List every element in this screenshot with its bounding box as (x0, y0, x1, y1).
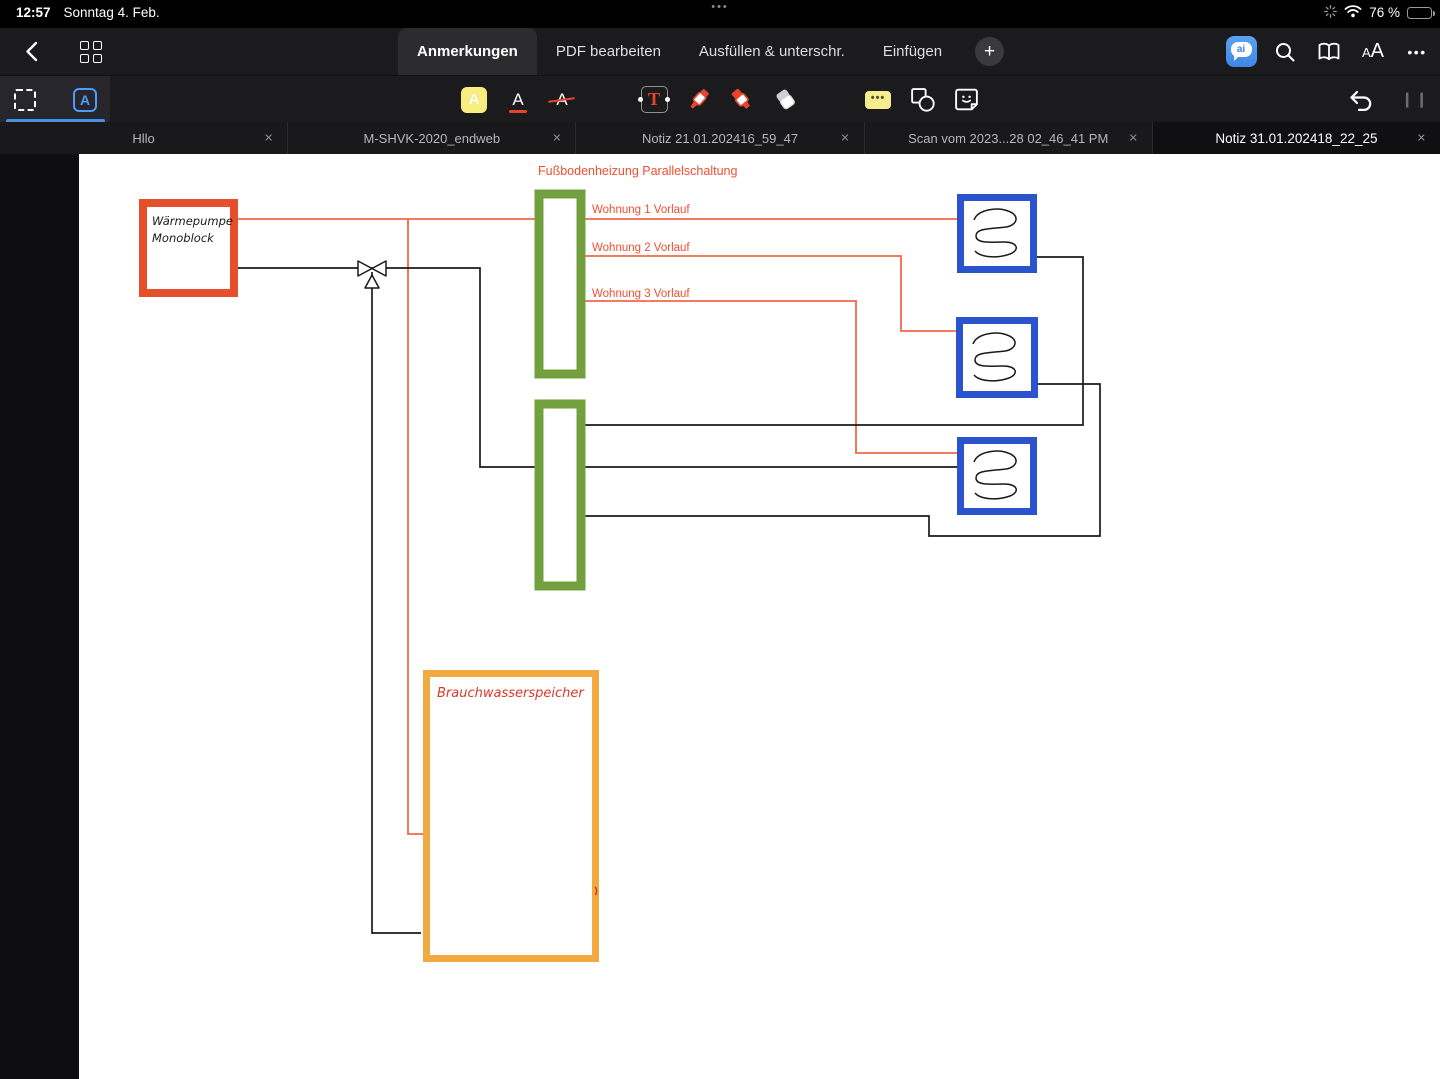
main-toolbar: Anmerkungen PDF bearbeiten Ausfüllen & u… (0, 28, 1440, 75)
search-button[interactable] (1268, 35, 1302, 69)
hot-water-tank-box[interactable]: Brauchwasserspeicher (423, 670, 599, 962)
floor-heating-coil-3[interactable] (957, 437, 1037, 515)
strikethrough-icon: A (556, 89, 568, 109)
doc-tab-notiz-31-01-active[interactable]: Notiz 31.01.202418_22_25 ✕ (1152, 122, 1440, 154)
highlight-tool[interactable]: A (459, 85, 489, 115)
undo-icon (1350, 90, 1372, 111)
book-icon (1318, 42, 1340, 60)
comment-tool[interactable]: ••• (863, 85, 893, 115)
highlighter-icon (731, 88, 750, 109)
add-mode-button[interactable]: + (975, 37, 1005, 66)
search-icon (1276, 42, 1295, 61)
clock: 12:57 (16, 5, 51, 20)
pdf-page[interactable] (79, 154, 1440, 1079)
sticker-tool[interactable] (951, 85, 981, 115)
sync-icon (1324, 4, 1338, 21)
status-bar: 12:57 Sonntag 4. Feb. ••• 76 % (0, 0, 1440, 28)
back-button[interactable] (14, 35, 48, 69)
grid-icon (80, 40, 102, 63)
comment-icon: ••• (865, 90, 891, 109)
manifold-supply[interactable] (534, 189, 586, 379)
strikethrough-tool[interactable]: A (547, 85, 577, 115)
date: Sonntag 4. Feb. (63, 5, 160, 20)
marquee-select-tool[interactable] (10, 85, 40, 115)
text-tool-icon: T (638, 86, 670, 113)
undo-button[interactable] (1346, 85, 1376, 115)
eraser-tool[interactable] (771, 85, 801, 115)
text-annotation-tool-selected[interactable]: A (70, 85, 100, 115)
highlighter-pen-tool[interactable] (727, 85, 757, 115)
diagram-title[interactable]: Fußbodenheizung Parallelschaltung (538, 164, 737, 178)
underline-tool[interactable]: A (503, 85, 533, 115)
annotation-toolbar: A A A A T ••• ❙❙ (0, 75, 1440, 123)
highlight-icon: A (461, 86, 487, 113)
tab-pdf-bearbeiten[interactable]: PDF bearbeiten (537, 28, 680, 75)
shapes-icon (910, 88, 935, 112)
close-icon[interactable]: ✕ (1417, 132, 1426, 145)
marker-pen-tool[interactable] (683, 85, 713, 115)
ai-icon: ai (1225, 36, 1257, 67)
manifold-return[interactable] (534, 399, 586, 591)
close-icon[interactable]: ✕ (264, 132, 273, 145)
text-size-icon: AA (1361, 40, 1384, 62)
battery-icon (1407, 6, 1435, 19)
reader-view-button[interactable] (1312, 35, 1346, 69)
label-wohnung1[interactable]: Wohnung 1 Vorlauf (592, 204, 690, 216)
label-wohnung2[interactable]: Wohnung 2 Vorlauf (592, 242, 690, 254)
text-box-icon: A (73, 87, 97, 112)
tab-einfuegen[interactable]: Einfügen (864, 28, 961, 75)
mode-tabs: Anmerkungen PDF bearbeiten Ausfüllen & u… (398, 28, 1005, 75)
app-screen: 12:57 Sonntag 4. Feb. ••• 76 % Anmerkung… (0, 0, 1440, 1079)
close-icon[interactable]: ✕ (1129, 132, 1138, 145)
heat-pump-label-line2: Monoblock (152, 231, 215, 245)
diagram: Wärmepumpe Monoblock Brauchwasserspeiche… (79, 154, 1440, 1079)
grid-view-button[interactable] (74, 35, 108, 69)
tab-anmerkungen[interactable]: Anmerkungen (398, 28, 537, 75)
floor-heating-coil-1[interactable] (957, 194, 1037, 273)
floor-heating-coil-2[interactable] (956, 317, 1038, 398)
wifi-icon (1344, 4, 1362, 21)
marquee-icon (14, 88, 36, 111)
doc-tab-notiz-21-01[interactable]: Notiz 21.01.202416_59_47 ✕ (576, 122, 865, 154)
doc-tab-scan[interactable]: Scan vom 2023...28 02_46_41 PM ✕ (864, 122, 1153, 154)
more-options-button[interactable]: ••• (1400, 35, 1434, 69)
doc-tab-m-shvk[interactable]: M-SHVK-2020_endweb ✕ (288, 122, 577, 154)
ai-assistant-button[interactable]: ai (1224, 35, 1258, 69)
eraser-icon (776, 89, 795, 109)
battery-percent: 76 % (1369, 5, 1400, 20)
marker-icon (690, 88, 709, 109)
heat-pump-box[interactable]: Wärmepumpe Monoblock (139, 199, 238, 297)
shapes-tool[interactable] (907, 85, 937, 115)
heat-pump-label-line1: Wärmepumpe (152, 214, 233, 228)
close-icon[interactable]: ✕ (840, 132, 849, 145)
multitask-indicator-icon[interactable]: ••• (711, 1, 729, 13)
text-size-button[interactable]: AA (1356, 35, 1390, 69)
selection-tool-section: A (0, 76, 110, 123)
toolbar-drag-handle[interactable]: ❙❙ (1401, 90, 1430, 108)
sticker-icon (954, 88, 978, 111)
text-tool[interactable]: T (638, 85, 670, 115)
label-wohnung3[interactable]: Wohnung 3 Vorlauf (592, 288, 690, 300)
tab-ausfuellen-unterschreiben[interactable]: Ausfüllen & unterschr. (680, 28, 864, 75)
doc-tab-hllo[interactable]: Hllo ✕ (0, 122, 289, 154)
close-icon[interactable]: ✕ (552, 132, 561, 145)
underline-icon: A (509, 89, 528, 113)
pdf-canvas[interactable]: Wärmepumpe Monoblock Brauchwasserspeiche… (0, 154, 1440, 1079)
ellipsis-icon: ••• (1407, 43, 1427, 60)
document-tab-bar: Hllo ✕ M-SHVK-2020_endweb ✕ Notiz 21.01.… (0, 122, 1440, 154)
tank-label: Brauchwasserspeicher (437, 686, 585, 701)
